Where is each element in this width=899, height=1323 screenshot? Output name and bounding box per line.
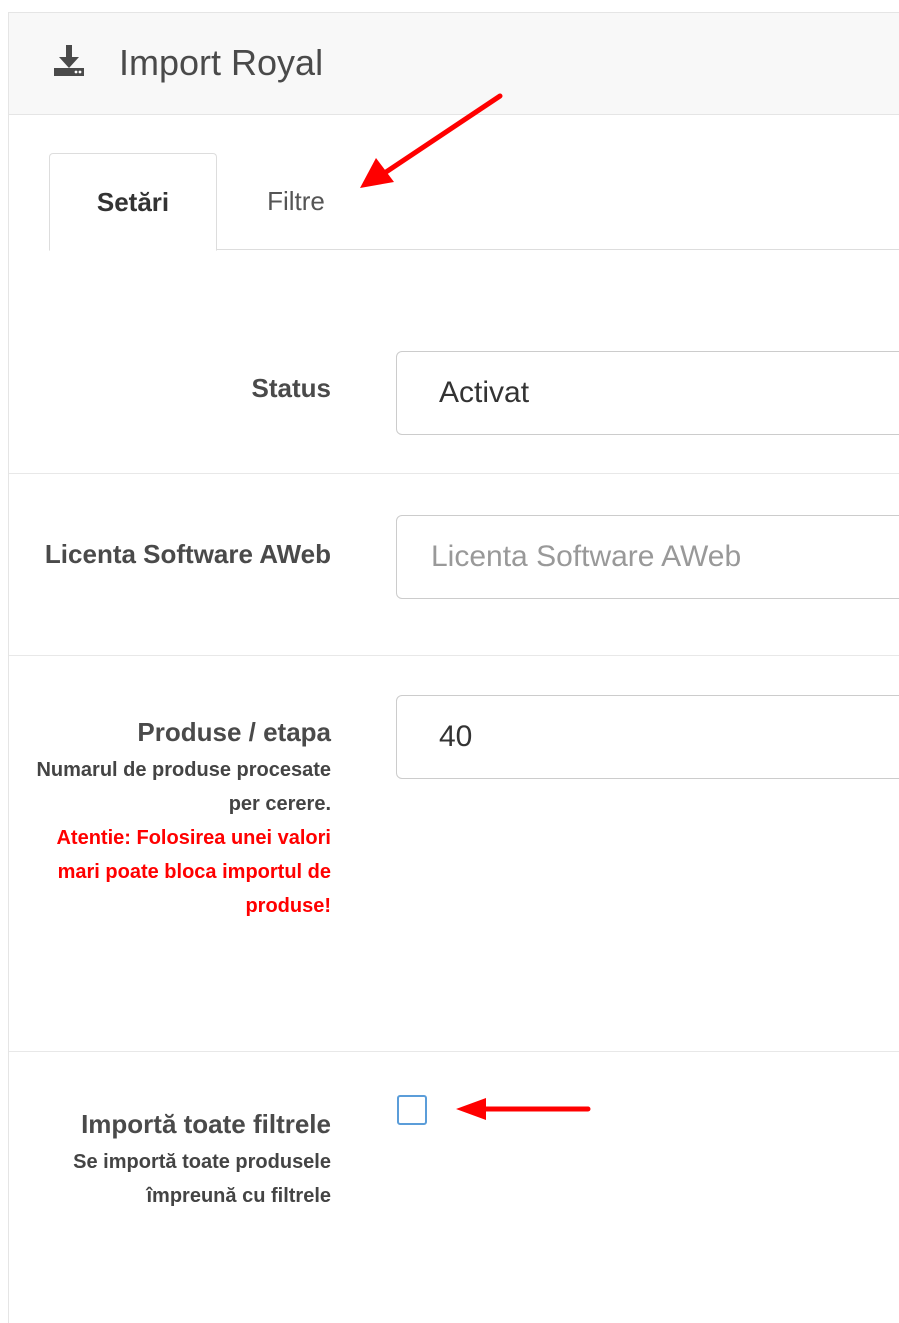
row-divider: [9, 655, 899, 656]
products-per-step-label-group: Produse / etapa Numarul de produse proce…: [31, 713, 331, 923]
row-divider: [9, 473, 899, 474]
products-per-step-warning: Atentie: Folosirea unei valori mari poat…: [56, 827, 331, 917]
license-input[interactable]: Licenta Software AWeb: [396, 515, 899, 599]
tab-setari[interactable]: Setări: [49, 153, 217, 251]
products-per-step-input[interactable]: 40: [396, 695, 899, 779]
import-all-filters-checkbox[interactable]: [397, 1095, 427, 1125]
annotation-arrow-icon: [360, 93, 503, 188]
import-all-filters-label: Importă toate filtrele: [81, 1109, 331, 1139]
annotation-arrow-icon: [456, 1098, 591, 1120]
page-title: Import Royal: [119, 42, 324, 83]
row-divider: [9, 1051, 899, 1052]
tab-filtre[interactable]: Filtre: [241, 153, 351, 249]
status-label: Status: [251, 373, 331, 403]
import-all-filters-label-group: Importă toate filtrele Se importă toate …: [71, 1105, 331, 1213]
status-select[interactable]: Activat: [396, 351, 899, 435]
products-per-step-label: Produse / etapa: [137, 717, 331, 747]
license-label: Licenta Software AWeb: [44, 539, 331, 569]
download-icon: [54, 45, 84, 76]
import-all-filters-help: Se importă toate produsele împreună cu f…: [73, 1151, 331, 1207]
import-royal-panel: Import Royal Setări Filtre Status Activa…: [8, 12, 899, 1323]
products-per-step-help: Numarul de produse procesate per cerere.: [36, 759, 331, 815]
